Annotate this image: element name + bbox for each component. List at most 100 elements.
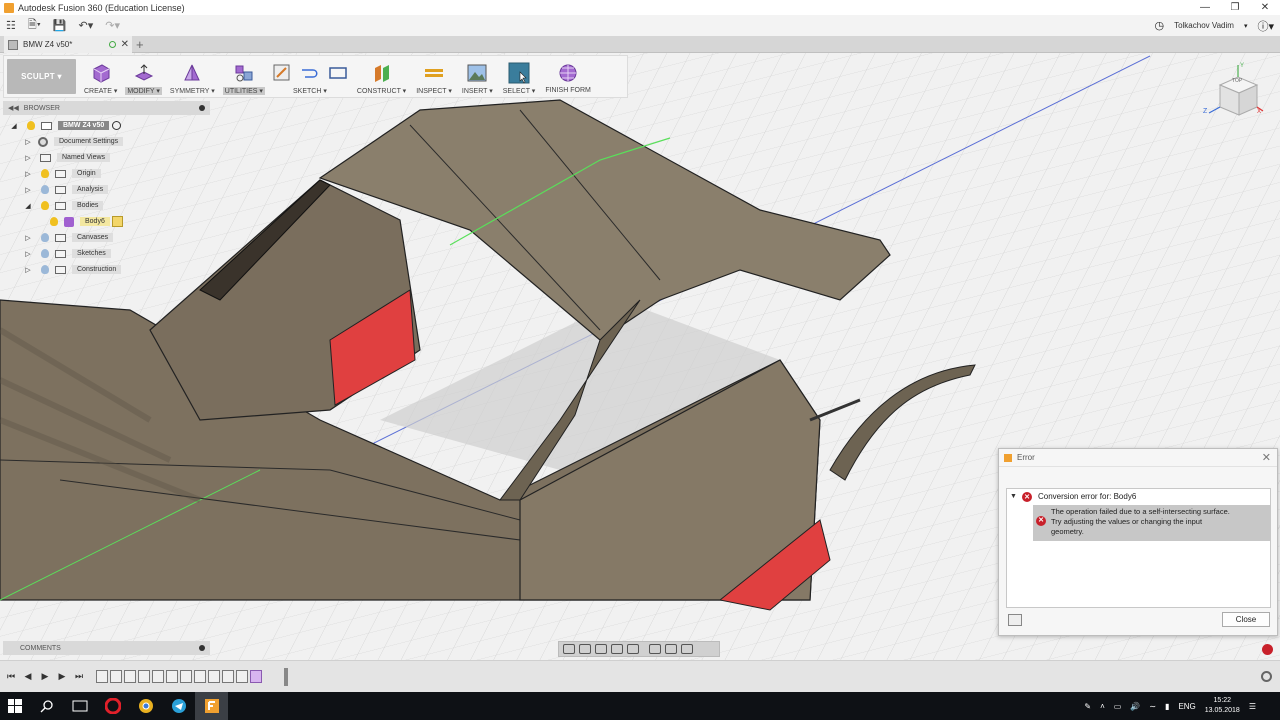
timeline-feature[interactable] xyxy=(124,670,136,683)
tree-item-canvases[interactable]: ▷ Canvases xyxy=(24,231,114,244)
new-tab-icon[interactable]: + xyxy=(136,37,144,52)
task-view-icon[interactable] xyxy=(63,692,96,720)
grid-settings-icon[interactable] xyxy=(665,644,677,654)
expand-triangle-icon[interactable]: ▷ xyxy=(24,234,32,242)
timeline-feature[interactable] xyxy=(208,670,220,683)
error-heading-row[interactable]: ▼ ✕ Conversion error for: Body6 xyxy=(1007,489,1270,504)
browser-panel-header[interactable]: ◀◀ BROWSER xyxy=(3,101,210,115)
tree-item-bodies[interactable]: ◢ Bodies xyxy=(24,199,104,212)
visibility-bulb-icon[interactable] xyxy=(50,217,58,226)
display-settings-icon[interactable] xyxy=(649,644,661,654)
close-window-icon[interactable]: ✕ xyxy=(1250,0,1280,15)
windows-start-icon[interactable] xyxy=(0,692,30,720)
pen-workspace-icon[interactable]: ✎ xyxy=(1084,702,1091,711)
volume-icon[interactable]: 🔊 xyxy=(1130,702,1140,711)
rectangle-tool-icon[interactable] xyxy=(327,62,349,84)
expand-triangle-icon[interactable]: ◢ xyxy=(10,122,18,130)
tree-item-analysis[interactable]: ▷ Analysis xyxy=(24,183,109,196)
timeline-marker[interactable] xyxy=(284,668,288,686)
add-comment-icon[interactable] xyxy=(199,645,205,651)
modify-group[interactable]: MODIFY ▾ xyxy=(122,56,165,97)
go-to-end-icon[interactable]: ⏭ xyxy=(74,671,84,681)
edit-form-icon[interactable] xyxy=(133,62,155,84)
battery-icon[interactable]: ▮ xyxy=(1165,702,1169,711)
fusion360-taskbar-icon[interactable] xyxy=(195,692,228,720)
create-sketch-icon[interactable] xyxy=(271,62,293,84)
help-icon[interactable]: ⓘ▾ xyxy=(1257,18,1274,34)
telegram-icon[interactable] xyxy=(162,692,195,720)
document-tab[interactable]: BMW Z4 v50* ✕ xyxy=(4,36,132,53)
construct-group[interactable]: CONSTRUCT ▾ xyxy=(352,56,411,97)
play-icon[interactable]: ▶ xyxy=(40,671,50,681)
insert-image-icon[interactable] xyxy=(466,62,488,84)
step-forward-icon[interactable]: ▶ xyxy=(57,671,67,681)
timeline-feature-form[interactable] xyxy=(250,670,262,683)
viewcube[interactable]: TOP Y Z X xyxy=(1203,63,1265,125)
visibility-bulb-icon[interactable] xyxy=(41,233,49,242)
finish-form-group[interactable]: FINISH FORM xyxy=(540,56,596,97)
redo-icon[interactable]: ↷▾ xyxy=(99,15,126,36)
zoom-icon[interactable] xyxy=(611,644,623,654)
offset-plane-icon[interactable] xyxy=(371,62,393,84)
tree-item-origin[interactable]: ▷ Origin xyxy=(24,167,101,180)
user-account-menu[interactable]: Tolkachov Vadim xyxy=(1174,21,1234,30)
timeline-feature[interactable] xyxy=(152,670,164,683)
action-center-icon[interactable]: ☰ xyxy=(1249,702,1256,711)
timeline-feature[interactable] xyxy=(236,670,248,683)
chrome-icon[interactable] xyxy=(129,692,162,720)
user-menu-chevron-icon[interactable]: ▾ xyxy=(1244,22,1248,30)
inspect-group[interactable]: INSPECT ▾ xyxy=(411,56,457,97)
data-panel-grid-icon[interactable]: ☷ xyxy=(0,15,22,36)
timeline-feature[interactable] xyxy=(166,670,178,683)
step-back-icon[interactable]: ◀ xyxy=(23,671,33,681)
visibility-bulb-icon[interactable] xyxy=(41,169,49,178)
timeline-settings-gear-icon[interactable] xyxy=(1261,671,1272,682)
timeline-feature[interactable] xyxy=(96,670,108,683)
comments-panel-header[interactable]: COMMENTS xyxy=(3,641,210,655)
undo-icon[interactable]: ↶▾ xyxy=(73,15,100,36)
mirror-symmetry-icon[interactable] xyxy=(181,62,203,84)
collapse-panel-icon[interactable]: ◀◀ xyxy=(8,104,19,112)
viewcube-icon[interactable] xyxy=(1205,65,1265,125)
create-group[interactable]: CREATE ▾ xyxy=(79,56,122,97)
close-tab-icon[interactable]: ✕ xyxy=(121,39,129,50)
utilities-group[interactable]: UTILITIES ▾ xyxy=(220,56,268,97)
clock[interactable]: 15:22 13.05.2018 xyxy=(1205,696,1240,716)
expand-triangle-icon[interactable]: ▷ xyxy=(24,186,32,194)
close-dialog-icon[interactable]: ✕ xyxy=(1262,451,1271,464)
tree-item-body6[interactable]: Body6 xyxy=(40,215,123,228)
visibility-bulb-icon[interactable] xyxy=(27,121,35,130)
save-icon[interactable]: 💾 xyxy=(47,15,73,36)
opera-icon[interactable] xyxy=(96,692,129,720)
sketch-group[interactable]: SKETCH ▾ xyxy=(268,56,352,97)
network-icon[interactable]: ▭ xyxy=(1114,702,1122,711)
pan-icon[interactable] xyxy=(595,644,607,654)
go-to-start-icon[interactable]: ⏮ xyxy=(6,671,16,681)
expand-triangle-icon[interactable]: ▷ xyxy=(24,266,32,274)
file-menu-icon[interactable]: 🗎▾ xyxy=(22,15,47,36)
visibility-bulb-icon[interactable] xyxy=(41,185,49,194)
timeline-feature[interactable] xyxy=(194,670,206,683)
finish-form-icon[interactable] xyxy=(557,62,579,84)
collapse-chevron-icon[interactable]: ▼ xyxy=(1010,493,1020,500)
box-form-icon[interactable] xyxy=(90,62,112,84)
wifi-icon[interactable]: ∼ xyxy=(1149,702,1156,711)
activate-radio-icon[interactable] xyxy=(112,121,122,130)
symmetry-group[interactable]: SYMMETRY ▾ xyxy=(165,56,220,97)
close-button[interactable]: Close xyxy=(1222,612,1270,627)
job-status-clock-icon[interactable]: ◷ xyxy=(1154,19,1164,32)
look-at-icon[interactable] xyxy=(579,644,591,654)
tree-item-named-views[interactable]: ▷ Named Views xyxy=(24,151,111,164)
workspace-switcher[interactable]: SCULPT ▾ xyxy=(7,59,76,94)
timeline-feature[interactable] xyxy=(138,670,150,683)
tree-item-document-settings[interactable]: ▷ Document Settings xyxy=(24,135,124,148)
expand-triangle-icon[interactable]: ▷ xyxy=(24,154,32,162)
select-group[interactable]: SELECT ▾ xyxy=(498,56,541,97)
tree-item-sketches[interactable]: ▷ Sketches xyxy=(24,247,111,260)
fit-icon[interactable] xyxy=(627,644,639,654)
visibility-bulb-icon[interactable] xyxy=(41,201,49,210)
error-dialog-header[interactable]: Error ✕ xyxy=(999,449,1277,467)
language-indicator[interactable]: ENG xyxy=(1178,702,1195,711)
select-cursor-icon[interactable] xyxy=(508,62,530,84)
restore-icon[interactable]: ❐ xyxy=(1220,0,1250,15)
